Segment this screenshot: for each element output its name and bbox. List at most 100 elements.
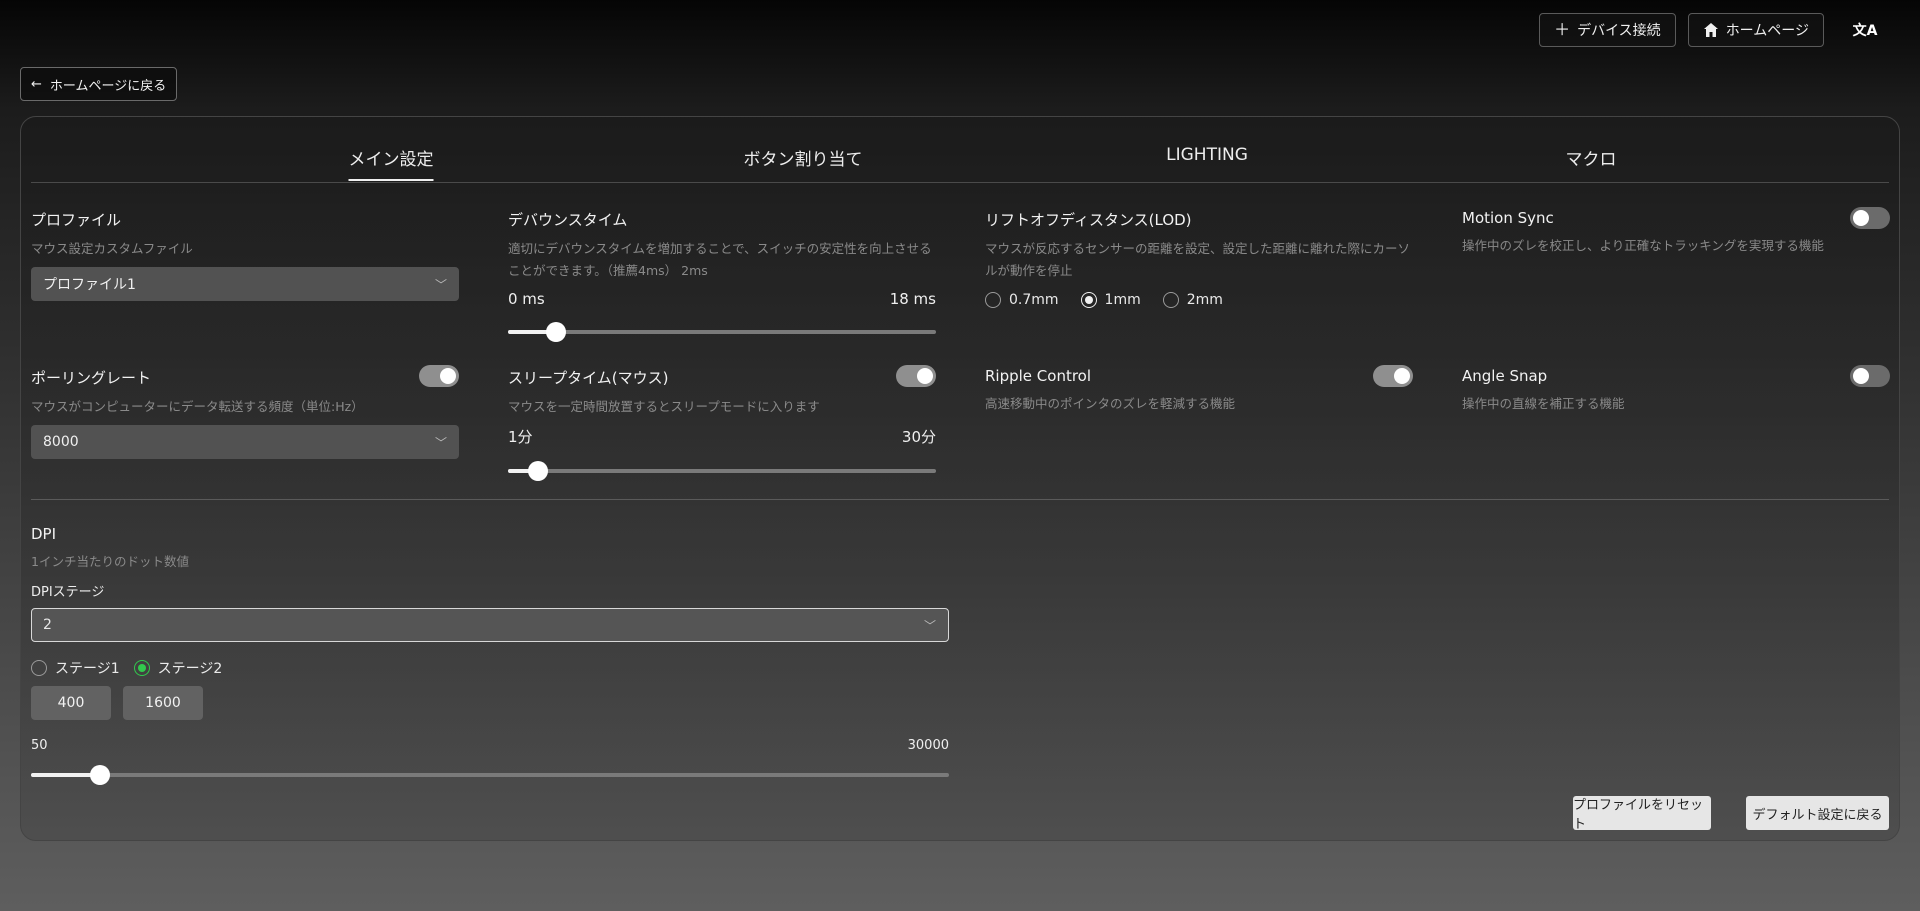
back-to-homepage-button[interactable]: ← ホームページに戻る [20,67,178,101]
dpi-stage-label: DPIステージ [31,585,105,600]
lod-option-label: 1mm [1104,292,1141,308]
toggle-knob [440,368,456,384]
lod-option-label: 0.7mm [1009,292,1059,308]
radio-icon [1162,292,1179,308]
dpi-stage-select[interactable]: 2 ﹀ [31,608,949,642]
lod-desc: マウスが反応するセンサーの距離を設定、設定した距離に離れた際にカーソルが動作を停… [985,241,1411,278]
connect-device-label: デバイス接続 [1577,23,1661,39]
dpi-max-label: 30000 [907,738,949,753]
chevron-down-icon: ﹀ [434,278,447,292]
dpi-stage-options: ステージ1 ステージ2 [31,658,949,678]
profile-section: プロファイル マウス設定カスタムファイル プロファイル1 ﹀ [31,209,459,301]
motion-sync-section: Motion Sync 操作中のズレを校正し、より正確なトラッキングを実現する機… [1462,207,1890,257]
debounce-title: デバウンスタイム [508,211,628,229]
tab-button-assignment[interactable]: ボタン割り当て [744,145,863,170]
dpi-stage-2-radio[interactable]: ステージ2 [133,658,223,678]
profile-desc: マウス設定カスタムファイル [31,241,193,256]
lod-options: 0.7mm 1mm 2mm [985,292,1413,308]
polling-title: ポーリングレート [31,369,152,387]
sleep-slider-thumb[interactable] [527,461,548,481]
sleep-title: スリープタイム(マウス) [508,369,669,387]
sleep-max-label: 30分 [901,428,936,446]
dpi-stage-value: 2 [43,617,52,633]
toggle-knob [1853,368,1869,384]
angle-snap-toggle[interactable] [1850,365,1890,387]
angle-snap-title: Angle Snap [1462,367,1548,385]
lod-option-2mm[interactable]: 2mm [1162,292,1223,308]
sleep-slider[interactable] [508,461,936,481]
back-label: ホームページに戻る [49,78,167,94]
arrow-left-icon: ← [31,76,42,92]
debounce-range-labels: 0 ms 18 ms [508,290,936,308]
tab-main-settings[interactable]: メイン設定 [348,145,434,181]
ripple-desc: 高速移動中のポインタのズレを軽減する機能 [985,396,1236,411]
dpi-slider-thumb[interactable] [89,765,110,785]
dpi-stage-2-label: ステージ2 [157,661,223,677]
dpi-slider[interactable] [31,765,949,785]
dpi-desc: 1インチ当たりのドット数値 [31,554,189,569]
debounce-section: デバウンスタイム 適切にデバウンスタイムを増加することで、スイッチの安定性を向上… [508,209,936,342]
polling-desc: マウスがコンピューターにデータ転送する頻度（単位:Hz） [31,399,364,414]
polling-section: ポーリングレート マウスがコンピューターにデータ転送する頻度（単位:Hz） 80… [31,365,459,459]
radio-checked-icon [133,660,150,676]
toggle-knob [1853,210,1869,226]
profile-select[interactable]: プロファイル1 ﹀ [31,267,459,301]
homepage-button[interactable]: ホームページ [1687,13,1824,47]
polling-select[interactable]: 8000 ﹀ [31,425,459,459]
dpi-stage-1-value[interactable]: 400 [31,686,111,720]
polling-value: 8000 [43,434,79,450]
dpi-min-label: 50 [31,738,48,753]
sleep-range-labels: 1分 30分 [508,426,936,447]
sleep-section: スリープタイム(マウス) マウスを一定時間放置するとスリープモードに入ります 1… [508,365,936,481]
sleep-desc: マウスを一定時間放置するとスリープモードに入ります [508,399,820,414]
dpi-range-labels: 50 30000 [31,738,949,753]
dpi-stage-1-radio[interactable]: ステージ1 [31,658,120,678]
dpi-stage-2-value[interactable]: 1600 [123,686,203,720]
lod-section: リフトオフディスタンス(LOD) マウスが反応するセンサーの距離を設定、設定した… [985,209,1413,308]
radio-icon [985,292,1001,308]
dpi-title: DPI [31,525,57,543]
polling-toggle[interactable] [419,365,459,387]
sleep-min-label: 1分 [508,428,533,446]
motion-sync-toggle[interactable] [1850,207,1890,229]
plus-icon: ＋ [1554,20,1571,39]
debounce-desc: 適切にデバウンスタイムを増加することで、スイッチの安定性を向上させることができま… [508,241,932,278]
restore-default-button[interactable]: デフォルト設定に戻る [1746,796,1889,830]
motion-sync-desc: 操作中のズレを校正し、より正確なトラッキングを実現する機能 [1462,238,1824,253]
lod-option-0-7mm[interactable]: 0.7mm [985,292,1059,308]
toggle-knob [1394,368,1410,384]
dpi-section: DPI 1インチ当たりのドット数値 DPIステージ 2 ﹀ ステージ1 ステージ… [31,525,949,785]
reset-profile-button[interactable]: プロファイルをリセット [1573,796,1711,832]
angle-snap-section: Angle Snap 操作中の直線を補正する機能 [1462,365,1890,415]
debounce-max-label: 18 ms [889,290,936,308]
radio-checked-icon [1080,292,1097,308]
tab-lighting[interactable]: LIGHTING [1166,145,1248,165]
dpi-stage-values: 400 1600 [31,686,949,720]
ripple-title: Ripple Control [985,367,1092,385]
ripple-toggle[interactable] [1373,365,1413,387]
settings-panel: メイン設定 ボタン割り当て LIGHTING マクロ プロファイル マウス設定カ… [20,116,1900,841]
home-icon [1703,22,1719,38]
lod-option-1mm[interactable]: 1mm [1080,292,1141,308]
sleep-toggle[interactable] [896,365,936,387]
homepage-label: ホームページ [1725,23,1809,39]
motion-sync-title: Motion Sync [1462,209,1554,227]
debounce-min-label: 0 ms [508,290,545,308]
tab-bar: メイン設定 ボタン割り当て LIGHTING マクロ [31,117,1889,183]
tab-macro[interactable]: マクロ [1566,145,1617,170]
dpi-stage-1-label: ステージ1 [55,661,120,677]
chevron-down-icon: ﹀ [923,619,936,633]
angle-snap-desc: 操作中の直線を補正する機能 [1462,396,1625,411]
debounce-slider-thumb[interactable] [545,322,566,342]
radio-icon [31,660,47,676]
top-bar: ＋ デバイス接続 ホームページ 文A [1539,13,1880,47]
lod-title: リフトオフディスタンス(LOD) [985,211,1192,229]
chevron-down-icon: ﹀ [434,436,447,450]
translate-icon[interactable]: 文A [1850,15,1880,45]
section-divider [31,499,1889,500]
connect-device-button[interactable]: ＋ デバイス接続 [1539,13,1676,47]
toggle-knob [917,368,933,384]
profile-title: プロファイル [31,211,122,229]
debounce-slider[interactable] [508,322,936,342]
profile-value: プロファイル1 [43,277,136,293]
